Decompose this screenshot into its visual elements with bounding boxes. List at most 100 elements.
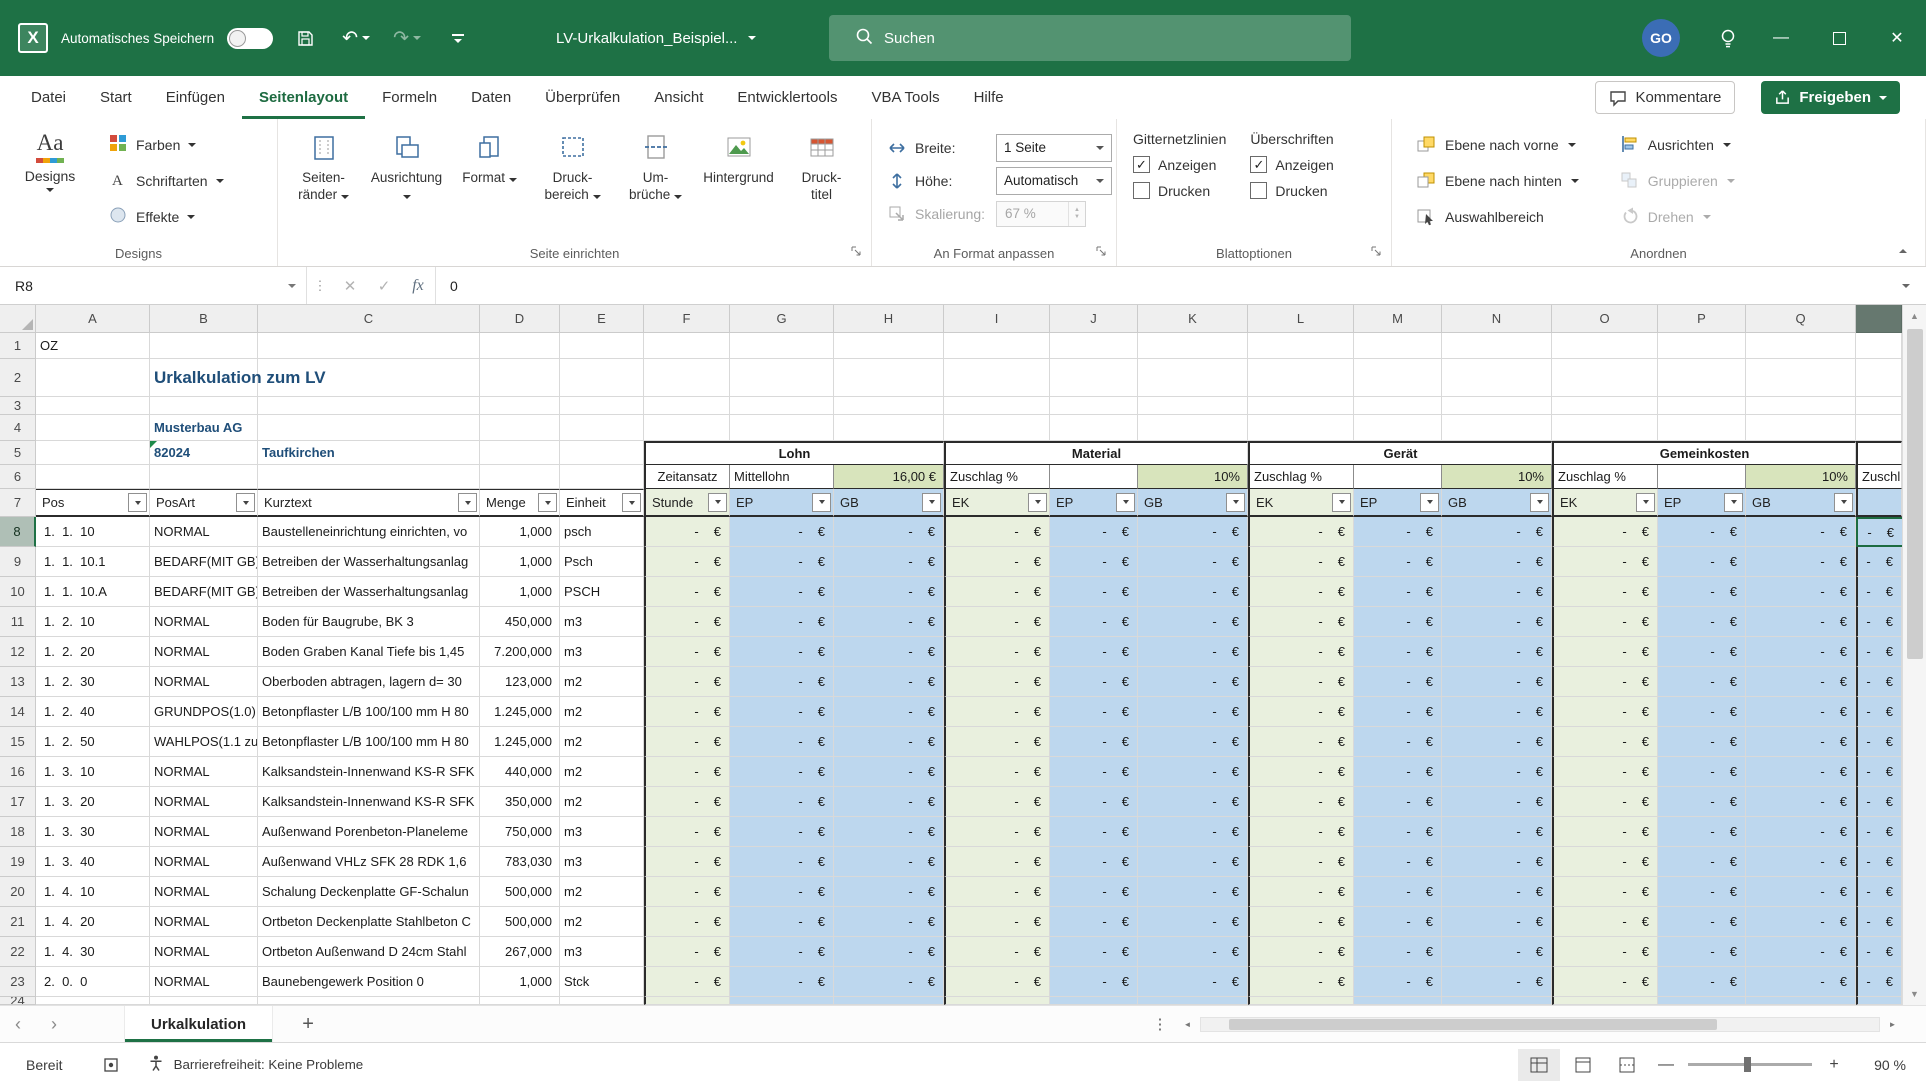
cell-p17[interactable]: -€ (1658, 787, 1746, 817)
cell-posart-15[interactable]: WAHLPOS(1.1 zu (150, 727, 258, 757)
cell-zeitansatz[interactable]: Zeitansatz (644, 465, 730, 489)
selection-pane-button[interactable]: Auswahlbereich (1410, 201, 1585, 233)
cell-d6[interactable] (480, 465, 560, 489)
formula-input[interactable]: 0 (435, 267, 1886, 304)
row-header-11[interactable]: 11 (0, 607, 36, 637)
cell-posart-21[interactable]: NORMAL (150, 907, 258, 937)
cell-r5-partial[interactable] (1856, 441, 1902, 465)
cell-e1[interactable] (560, 333, 644, 359)
row-header-18[interactable]: 18 (0, 817, 36, 847)
cell-r17[interactable]: -€ (1856, 787, 1902, 817)
cell-menge-16[interactable]: 440,000 (480, 757, 560, 787)
cell-pos-14[interactable]: 1. 2. 40 (36, 697, 150, 727)
cell-n9[interactable]: -€ (1442, 547, 1552, 577)
tab--berpr-fen[interactable]: Überprüfen (528, 76, 637, 119)
cell-n16[interactable]: -€ (1442, 757, 1552, 787)
row-header-22[interactable]: 22 (0, 937, 36, 967)
cell-zuschlag-mid-1[interactable] (1354, 465, 1442, 489)
cell-kurztext-22[interactable]: Ortbeton Außenwand D 24cm Stahl (258, 937, 480, 967)
row-header-17[interactable]: 17 (0, 787, 36, 817)
cell-g8[interactable]: -€ (730, 517, 834, 547)
cell-p1[interactable] (1658, 333, 1746, 359)
cell-zuschlag-wert-0[interactable]: 10% (1138, 465, 1248, 489)
cell-q16[interactable]: -€ (1746, 757, 1856, 787)
cell-einheit-22[interactable]: m3 (560, 937, 644, 967)
zoom-slider[interactable] (1688, 1063, 1812, 1066)
row-header-7[interactable]: 7 (0, 489, 36, 517)
cell-posart-9[interactable]: BEDARF(MIT GB) (150, 547, 258, 577)
cell-a2[interactable] (36, 359, 150, 397)
cell-menge-15[interactable]: 1.245,000 (480, 727, 560, 757)
cell-i24[interactable] (944, 997, 1050, 1005)
cell-j20[interactable]: -€ (1050, 877, 1138, 907)
cell-posart-11[interactable]: NORMAL (150, 607, 258, 637)
cell-menge-21[interactable]: 500,000 (480, 907, 560, 937)
cell-m18[interactable]: -€ (1354, 817, 1442, 847)
cell-n4[interactable] (1442, 415, 1552, 441)
cell-k21[interactable]: -€ (1138, 907, 1248, 937)
cell-h12[interactable]: -€ (834, 637, 944, 667)
filter-header-ep-p[interactable]: EP (1658, 489, 1746, 517)
zoom-in-button[interactable]: + (1818, 1056, 1850, 1074)
cell-n13[interactable]: -€ (1442, 667, 1552, 697)
cell-n24[interactable] (1442, 997, 1552, 1005)
cell-p21[interactable]: -€ (1658, 907, 1746, 937)
row-header-10[interactable]: 10 (0, 577, 36, 607)
column-header-e[interactable]: E (560, 305, 644, 333)
cell-zuschlag-wert-1[interactable]: 10% (1442, 465, 1552, 489)
cell-zuschlag-mid-0[interactable] (1050, 465, 1138, 489)
cell-l2[interactable] (1248, 359, 1354, 397)
cell-kurztext-14[interactable]: Betonpflaster L/B 100/100 mm H 80 (258, 697, 480, 727)
cell-n17[interactable]: -€ (1442, 787, 1552, 817)
cell-d3[interactable] (480, 397, 560, 415)
cell-h13[interactable]: -€ (834, 667, 944, 697)
filter-header-ek-i[interactable]: EK (944, 489, 1050, 517)
cell-q2[interactable] (1746, 359, 1856, 397)
dialog-launcher-sheet-options[interactable] (1369, 245, 1383, 259)
cell-n14[interactable]: -€ (1442, 697, 1552, 727)
filter-header-ek-o[interactable]: EK (1552, 489, 1658, 517)
cell-l21[interactable]: -€ (1248, 907, 1354, 937)
excel-logo-icon[interactable]: X (18, 23, 48, 53)
row-header-2[interactable]: 2 (0, 359, 36, 397)
name-box[interactable]: R8 (0, 267, 307, 304)
document-title[interactable]: LV-Urkalkulation_Beispiel... (556, 0, 756, 76)
sheet-nav-left-button[interactable]: ‹ (0, 1014, 36, 1035)
cell-n10[interactable]: -€ (1442, 577, 1552, 607)
cell-q10[interactable]: -€ (1746, 577, 1856, 607)
filter-button[interactable] (1028, 493, 1047, 512)
cell-l23[interactable]: -€ (1248, 967, 1354, 997)
cell-f13[interactable]: -€ (644, 667, 730, 697)
cell-p22[interactable]: -€ (1658, 937, 1746, 967)
cell-l19[interactable]: -€ (1248, 847, 1354, 877)
column-header-f[interactable]: F (644, 305, 730, 333)
merged-header-lohn[interactable]: Lohn (644, 441, 944, 465)
cell-f21[interactable]: -€ (644, 907, 730, 937)
cell-d5[interactable] (480, 441, 560, 465)
cell-einheit-11[interactable]: m3 (560, 607, 644, 637)
search-box[interactable]: Suchen (829, 15, 1351, 61)
insert-function-button[interactable]: fx (401, 267, 435, 304)
cell-b1[interactable] (150, 333, 258, 359)
dialog-launcher-page-setup[interactable] (849, 245, 863, 259)
cell-m21[interactable]: -€ (1354, 907, 1442, 937)
add-sheet-button[interactable]: + (285, 1013, 331, 1036)
cell-n2[interactable] (1442, 359, 1552, 397)
cell-r20[interactable]: -€ (1856, 877, 1902, 907)
cell-j9[interactable]: -€ (1050, 547, 1138, 577)
row-header-24[interactable]: 24 (0, 997, 36, 1005)
column-header-i[interactable]: I (944, 305, 1050, 333)
filter-header-stunde-f[interactable]: Stunde (644, 489, 730, 517)
cell-posart-18[interactable]: NORMAL (150, 817, 258, 847)
vscroll-up-icon[interactable]: ▲ (1903, 305, 1926, 327)
formula-bar-expand-icon[interactable] (1886, 267, 1926, 304)
cell-n21[interactable]: -€ (1442, 907, 1552, 937)
cell-l10[interactable]: -€ (1248, 577, 1354, 607)
sheet-tab-urkalkulation[interactable]: Urkalkulation (124, 1006, 273, 1042)
cell-m10[interactable]: -€ (1354, 577, 1442, 607)
cell-einheit-23[interactable]: Stck (560, 967, 644, 997)
column-header-b[interactable]: B (150, 305, 258, 333)
cell-g10[interactable]: -€ (730, 577, 834, 607)
cell-p15[interactable]: -€ (1658, 727, 1746, 757)
vertical-scrollbar[interactable]: ▲ ▼ (1902, 305, 1926, 1005)
